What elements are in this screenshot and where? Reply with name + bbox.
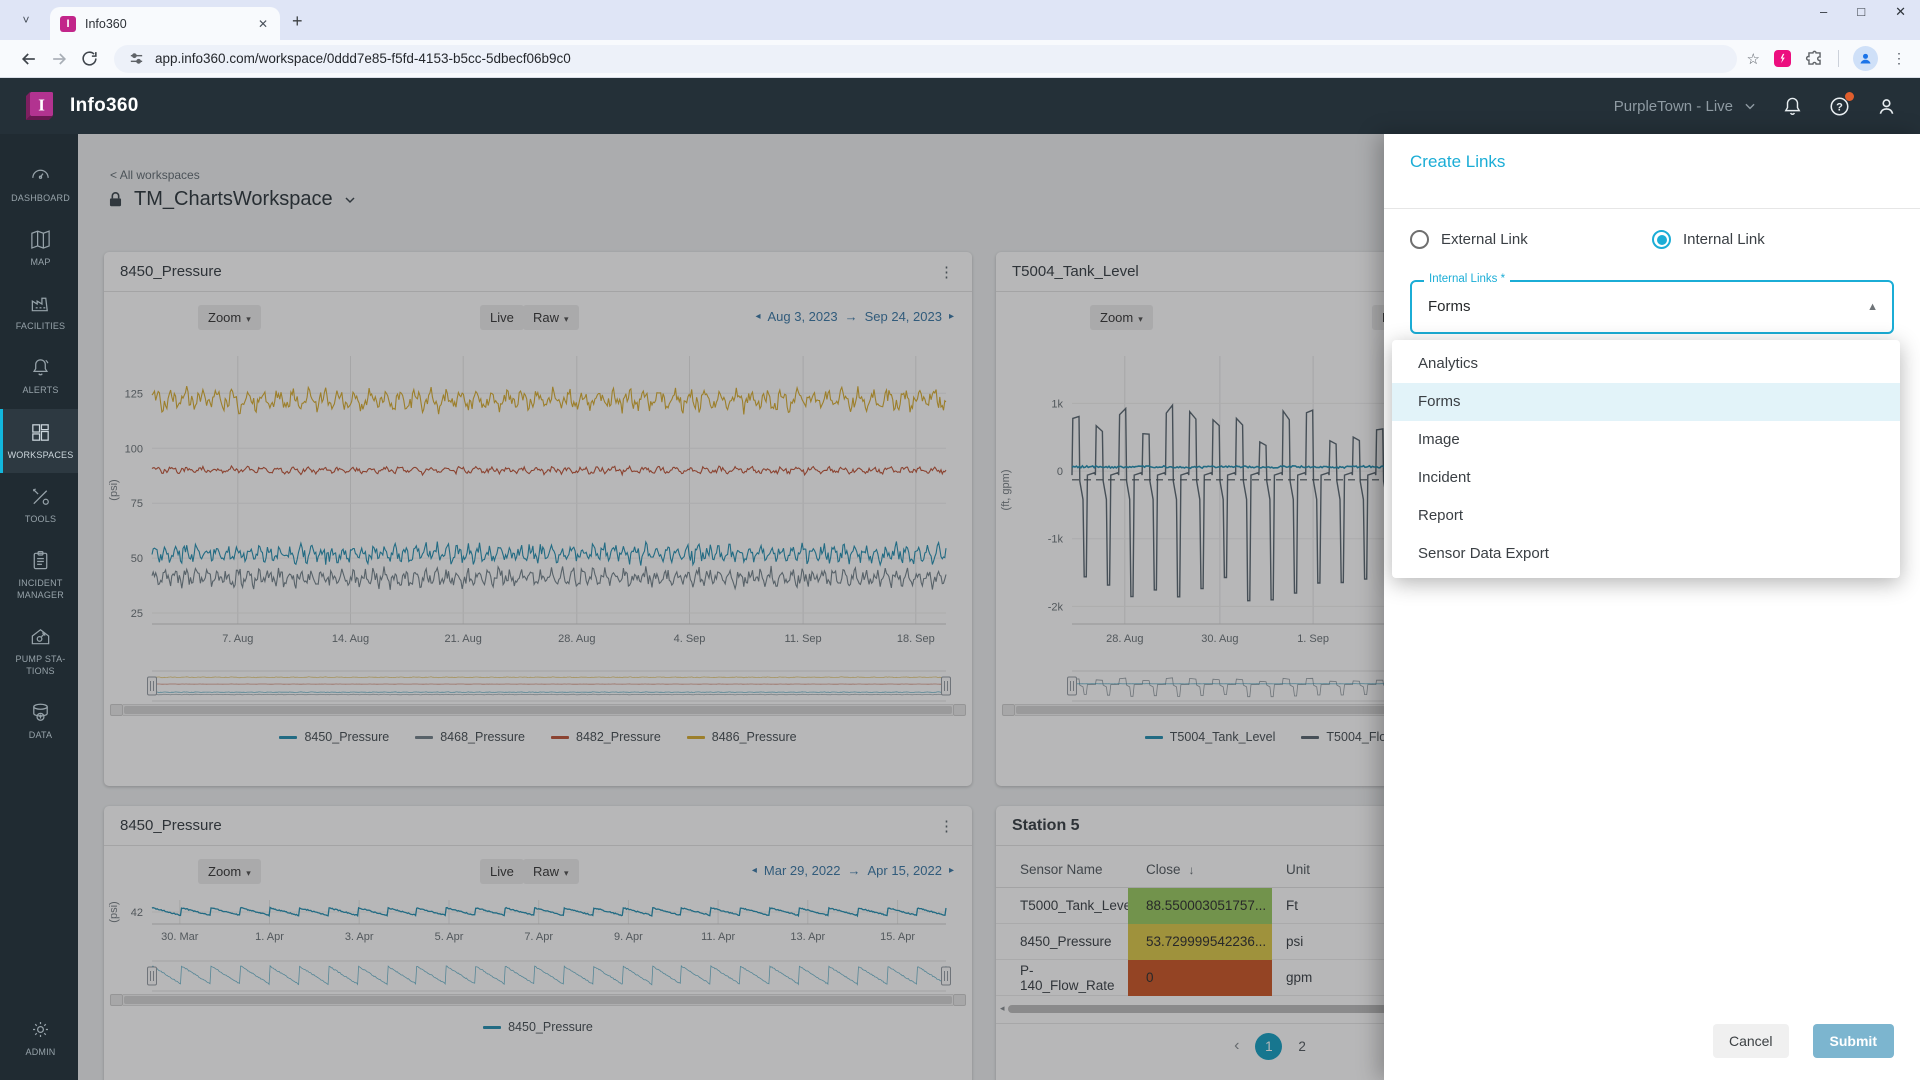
sidebar-item-label: PUMP STA- TIONS [15, 654, 66, 677]
alerts-icon [32, 359, 49, 376]
bookmark-star-icon[interactable]: ☆ [1747, 50, 1760, 68]
forward-icon[interactable] [44, 49, 74, 69]
sidebar-item-label: FACILITIES [15, 321, 66, 332]
info360-logo: I [26, 92, 53, 120]
dropdown-option-report[interactable]: Report [1392, 497, 1900, 535]
sidebar-item-label: WORKSPACES [7, 449, 74, 460]
workspaces-icon [32, 423, 49, 441]
sidebar-item-data[interactable]: DATA [0, 689, 78, 753]
browser-men-kebab-icon[interactable]: ⋮ [1892, 50, 1906, 67]
sidebar-item-label: DASHBOARD [11, 193, 70, 203]
radio-checked-icon [1652, 230, 1671, 249]
sidebar-item-map[interactable]: MAP [0, 216, 78, 280]
url-bar[interactable]: app.info360.com/workspace/0ddd7e85-f5fd-… [114, 44, 1737, 73]
user-profile-icon[interactable] [1875, 95, 1898, 118]
browser-toolbar: app.info360.com/workspace/0ddd7e85-f5fd-… [0, 40, 1920, 78]
select-open-arrow-icon[interactable]: ▲ [1867, 301, 1878, 313]
internal-links-select[interactable]: Internal Links * Forms ▲ [1410, 273, 1894, 334]
sidebar-item-label: DATA [28, 730, 53, 741]
dropdown-option-sensor-data-export[interactable]: Sensor Data Export [1392, 535, 1900, 573]
internal-links-menu: Analytics Forms Image Incident Report Sensor … [1392, 340, 1900, 578]
sidebar-item-incident[interactable]: INCIDENT MANAGER [0, 537, 78, 613]
info360-favicon: I [60, 15, 76, 32]
sidebar-item-alerts[interactable]: ALERTS [0, 344, 78, 408]
window-maximize-icon[interactable]: □ [1857, 4, 1865, 20]
dashboard-icon [32, 169, 49, 179]
submit-button[interactable]: Submit [1812, 1024, 1894, 1058]
admin-icon [33, 1021, 48, 1037]
select-label: Internal Links * [1424, 273, 1511, 285]
map-icon [31, 230, 50, 250]
browser-tab-strip: ˅ I Info360 ✕ + – □ ✕ [0, 0, 1920, 40]
site-settings-icon[interactable] [128, 50, 145, 67]
sidebar-item-label: MAP [30, 257, 51, 268]
sidebar-item-facilities[interactable]: FACILITIES [0, 280, 78, 344]
sidebar-item-label: INCIDENT MANAGER [17, 577, 64, 600]
dropdown-option-image[interactable]: Image [1392, 421, 1900, 459]
sidebar-nav: DASHBOARD MAP FACILITIES ALERTS WORKSPACES TO… [0, 134, 78, 1080]
tab-title: Info360 [85, 16, 127, 31]
app-header: I Info360 PurpleTown - Live ? [0, 78, 1920, 134]
radio-internal-link[interactable]: Internal Link [1652, 230, 1894, 249]
select-value: Forms [1428, 298, 1471, 315]
sidebar-item-tools[interactable]: TOOLS [0, 473, 78, 537]
tab-close-icon[interactable]: ✕ [256, 17, 270, 31]
app-brand: Info360 [70, 95, 139, 116]
drawer-title: Create Links [1410, 152, 1506, 171]
sidebar-item-dashboard[interactable]: DASHBOARD [0, 152, 78, 216]
notification-dot [1845, 91, 1854, 101]
facilities-icon [31, 297, 48, 312]
radio-unchecked-icon [1410, 230, 1429, 249]
svg-text:?: ? [1836, 101, 1843, 113]
back-icon[interactable] [14, 49, 44, 69]
pink-extension-icon[interactable] [1774, 50, 1791, 67]
sidebar-item-admin[interactable]: ADMIN [0, 1006, 78, 1070]
environment-selector[interactable]: PurpleTown - Live [1614, 98, 1757, 115]
new-tab-button[interactable]: + [292, 12, 303, 30]
radio-external-link[interactable]: External Link [1410, 230, 1652, 249]
cancel-button[interactable]: Cancel [1712, 1024, 1789, 1058]
drawer-divider [1384, 208, 1920, 209]
url-text: app.info360.com/workspace/0ddd7e85-f5fd-… [155, 51, 571, 66]
help-icon[interactable]: ? [1828, 91, 1854, 118]
dropdown-option-analytics[interactable]: Analytics [1392, 345, 1900, 383]
sidebar-item-workspaces[interactable]: WORKSPACES [0, 408, 78, 473]
dropdown-option-forms[interactable]: Forms [1392, 383, 1900, 421]
sidebar-item-label: ALERTS [22, 385, 59, 396]
toolbar-divider [1838, 50, 1839, 67]
data-icon [33, 704, 48, 722]
browser-tab[interactable]: I Info360 ✕ [50, 7, 280, 40]
browser-profile-avatar[interactable] [1853, 46, 1878, 71]
window-close-icon[interactable]: ✕ [1895, 4, 1906, 20]
create-links-drawer: Create Links External Link Internal Link… [1384, 134, 1920, 1080]
extensions-puzzle-icon[interactable] [1805, 49, 1824, 68]
pump-icon [31, 629, 50, 645]
sidebar-item-label: TOOLS [24, 513, 57, 524]
window-minimize-icon[interactable]: – [1820, 4, 1827, 20]
notifications-bell-icon[interactable] [1781, 95, 1804, 118]
sidebar-item-pump[interactable]: PUMP STA- TIONS [0, 613, 78, 689]
dropdown-option-incident[interactable]: Incident [1392, 459, 1900, 497]
svg-text:I: I [38, 96, 45, 115]
reload-icon[interactable] [74, 49, 104, 68]
tab-search-icon[interactable]: ˅ [14, 9, 38, 33]
chevron-down-icon [1745, 103, 1755, 110]
sidebar-item-label: ADMIN [25, 1046, 56, 1057]
incident-icon [33, 550, 48, 570]
tools-icon [32, 488, 49, 505]
